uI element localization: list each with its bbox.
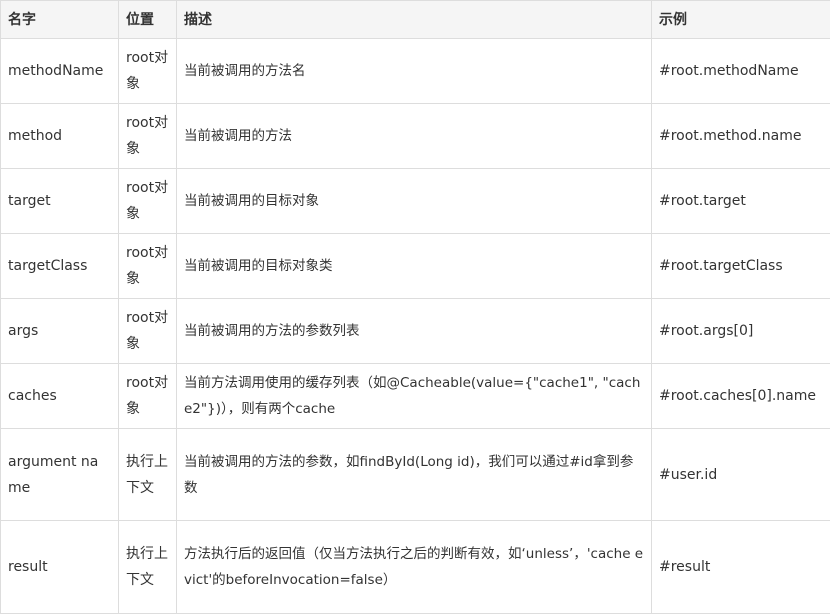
cell-location: 执行上下文	[118, 520, 177, 614]
table-row: method root对象 当前被调用的方法 #root.method.name	[0, 103, 830, 169]
cell-name: methodName	[0, 38, 119, 104]
cell-name: result	[0, 520, 119, 614]
cell-location: root对象	[118, 103, 177, 169]
cell-description: 当前被调用的目标对象	[176, 168, 652, 234]
cell-name: targetClass	[0, 233, 119, 299]
cell-name: argument name	[0, 428, 119, 521]
spel-variables-table: 名字 位置 描述 示例 methodName root对象 当前被调用的方法名 …	[0, 0, 830, 614]
cell-name: args	[0, 298, 119, 364]
cell-name: target	[0, 168, 119, 234]
table-row: args root对象 当前被调用的方法的参数列表 #root.args[0]	[0, 298, 830, 364]
cell-description: 当前被调用的方法	[176, 103, 652, 169]
cell-location: root对象	[118, 363, 177, 429]
cell-name: method	[0, 103, 119, 169]
header-location: 位置	[118, 0, 177, 39]
cell-example: #result	[651, 520, 830, 614]
cell-example: #root.args[0]	[651, 298, 830, 364]
table-row: target root对象 当前被调用的目标对象 #root.target	[0, 168, 830, 234]
cell-location: root对象	[118, 233, 177, 299]
cell-description: 当前方法调用使用的缓存列表（如@Cacheable(value={"cache1…	[176, 363, 652, 429]
header-example: 示例	[651, 0, 830, 39]
cell-example: #root.caches[0].name	[651, 363, 830, 429]
header-name: 名字	[0, 0, 119, 39]
cell-example: #root.targetClass	[651, 233, 830, 299]
table-row: targetClass root对象 当前被调用的目标对象类 #root.tar…	[0, 233, 830, 299]
cell-description: 当前被调用的方法名	[176, 38, 652, 104]
cell-example: #root.target	[651, 168, 830, 234]
cell-example: #user.id	[651, 428, 830, 521]
cell-location: root对象	[118, 38, 177, 104]
cell-location: root对象	[118, 298, 177, 364]
cell-description: 当前被调用的方法的参数，如findById(Long id)，我们可以通过#id…	[176, 428, 652, 521]
table-row: methodName root对象 当前被调用的方法名 #root.method…	[0, 38, 830, 104]
table-row: caches root对象 当前方法调用使用的缓存列表（如@Cacheable(…	[0, 363, 830, 429]
cell-location: 执行上下文	[118, 428, 177, 521]
header-description: 描述	[176, 0, 652, 39]
cell-description: 当前被调用的目标对象类	[176, 233, 652, 299]
cell-description: 当前被调用的方法的参数列表	[176, 298, 652, 364]
table-row: result 执行上下文 方法执行后的返回值（仅当方法执行之后的判断有效，如‘u…	[0, 520, 830, 614]
table-row: argument name 执行上下文 当前被调用的方法的参数，如findByI…	[0, 428, 830, 521]
cell-name: caches	[0, 363, 119, 429]
cell-location: root对象	[118, 168, 177, 234]
cell-example: #root.method.name	[651, 103, 830, 169]
cell-example: #root.methodName	[651, 38, 830, 104]
table-header-row: 名字 位置 描述 示例	[0, 0, 830, 39]
cell-description: 方法执行后的返回值（仅当方法执行之后的判断有效，如‘unless’，'cache…	[176, 520, 652, 614]
